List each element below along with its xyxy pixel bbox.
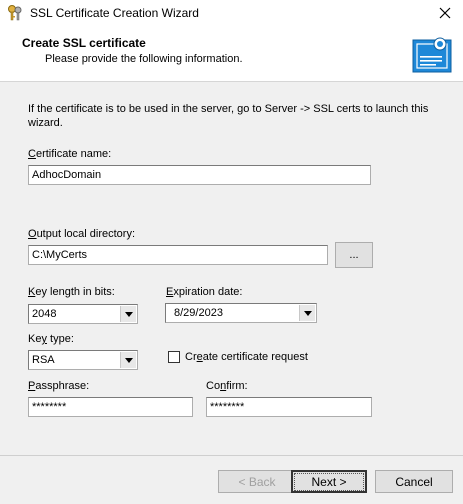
confirm-input[interactable]: [206, 397, 372, 417]
chevron-down-icon[interactable]: [120, 306, 136, 322]
output-directory-input[interactable]: [28, 245, 328, 265]
wizard-window: SSL Certificate Creation Wizard Create S…: [0, 0, 463, 504]
close-icon: [439, 7, 451, 19]
expiration-date-label: Expiration date:: [166, 286, 243, 298]
certificate-icon: [412, 37, 452, 73]
keys-icon: [8, 5, 22, 21]
cancel-button[interactable]: Cancel: [375, 470, 453, 493]
page-title: Create SSL certificate: [22, 36, 146, 50]
chevron-down-icon[interactable]: [120, 352, 136, 368]
window-title: SSL Certificate Creation Wizard: [30, 6, 199, 20]
passphrase-label: Passphrase:: [28, 380, 90, 392]
wizard-header: Create SSL certificate Please provide th…: [0, 26, 463, 82]
key-type-select[interactable]: RSA: [28, 350, 138, 370]
key-type-value: RSA: [32, 354, 55, 366]
chevron-down-icon[interactable]: [299, 305, 315, 321]
key-length-select[interactable]: 2048: [28, 304, 138, 324]
expiration-date-value: 8/29/2023: [174, 307, 223, 319]
next-button-label: Next >: [294, 472, 364, 491]
output-directory-label: Output local directory:: [28, 228, 135, 240]
create-request-checkbox[interactable]: Create certificate request: [168, 350, 308, 364]
title-bar: SSL Certificate Creation Wizard: [0, 0, 463, 26]
expiration-date-picker[interactable]: 8/29/2023: [165, 303, 317, 323]
next-button[interactable]: Next >: [291, 470, 367, 493]
intro-text: If the certificate is to be used in the …: [28, 103, 429, 129]
confirm-label: Confirm:: [206, 380, 248, 392]
key-length-label: Key length in bits:: [28, 286, 115, 298]
page-subtitle: Please provide the following information…: [45, 53, 243, 65]
back-button[interactable]: < Back: [218, 470, 296, 493]
certificate-name-label: Certificate name:: [28, 148, 112, 160]
key-length-value: 2048: [32, 308, 57, 320]
checkbox-box[interactable]: [168, 351, 180, 363]
certificate-name-input[interactable]: [28, 165, 371, 185]
create-request-label: Create certificate request: [185, 351, 308, 363]
passphrase-input[interactable]: [28, 397, 193, 417]
close-button[interactable]: [427, 0, 463, 26]
footer-divider: [0, 455, 463, 456]
key-type-label: Key type:: [28, 333, 74, 345]
browse-button[interactable]: ...: [335, 242, 373, 268]
